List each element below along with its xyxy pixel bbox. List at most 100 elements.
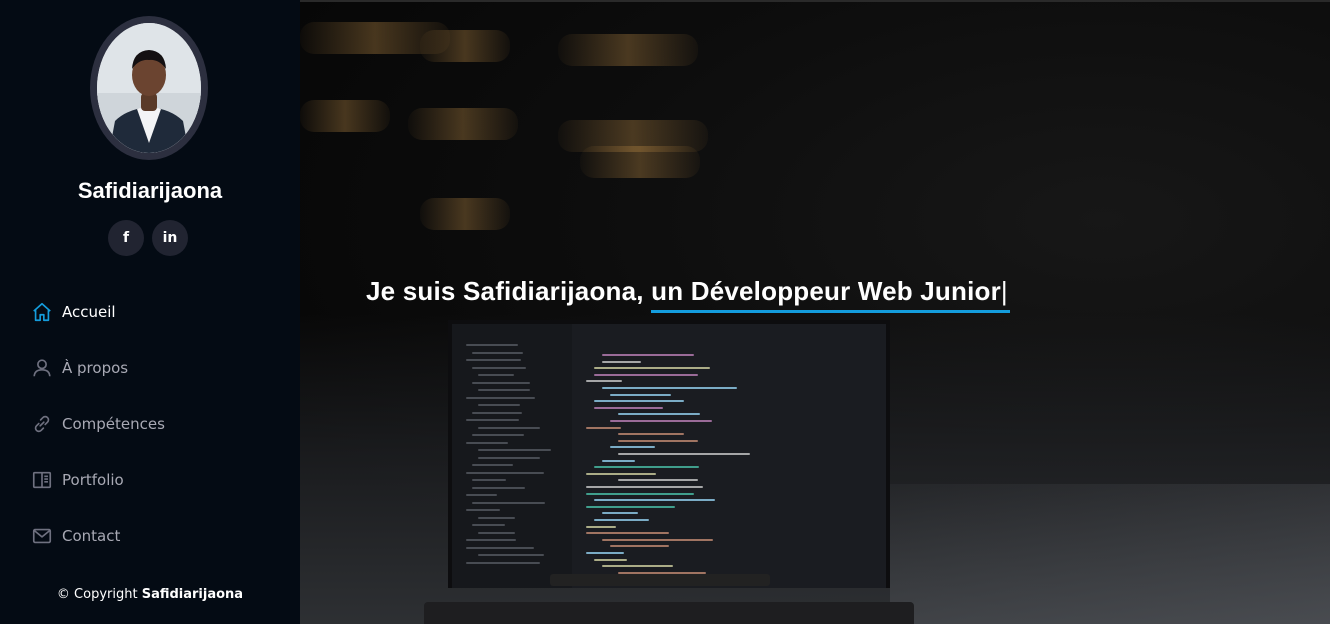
file-tree-line bbox=[472, 411, 523, 414]
code-line bbox=[594, 499, 716, 502]
code-line bbox=[610, 420, 712, 422]
file-tree-line bbox=[466, 561, 541, 564]
hero-headline: Je suis Safidiarijaona, un Développeur W… bbox=[366, 276, 1010, 313]
nav-item-competences[interactable]: Compétences bbox=[30, 396, 280, 452]
code-line bbox=[602, 565, 674, 568]
main-navigation: Accueil À propos Compétences Portfolio C… bbox=[30, 284, 280, 564]
typing-cursor: | bbox=[1000, 276, 1008, 306]
avatar-portrait bbox=[97, 23, 201, 153]
file-tree-line bbox=[472, 381, 530, 384]
code-line bbox=[586, 486, 704, 488]
file-tree-line bbox=[466, 494, 498, 496]
file-tree-line bbox=[466, 396, 535, 399]
file-tree-line bbox=[478, 449, 551, 451]
hero-typed-value: un Développeur Web Junior bbox=[651, 276, 1001, 306]
user-icon bbox=[30, 356, 54, 380]
file-tree-line bbox=[466, 359, 521, 361]
linkedin-icon: in bbox=[162, 230, 178, 246]
code-line bbox=[618, 439, 698, 442]
file-tree-line bbox=[472, 486, 526, 489]
code-line bbox=[602, 360, 641, 363]
code-line bbox=[594, 400, 685, 403]
code-line bbox=[586, 505, 676, 508]
nav-label: Contact bbox=[62, 527, 121, 545]
code-line bbox=[618, 413, 700, 416]
laptop-base bbox=[424, 602, 914, 624]
linkedin-link[interactable]: in bbox=[152, 220, 188, 256]
file-tree-line bbox=[478, 516, 516, 519]
code-line bbox=[594, 519, 650, 521]
file-tree-line bbox=[478, 456, 540, 459]
code-line bbox=[586, 426, 622, 429]
code-line bbox=[594, 558, 628, 561]
code-line bbox=[586, 492, 694, 495]
sidebar: Safidiarijaona f in Accueil À propos Com… bbox=[0, 0, 300, 624]
copyright-prefix: © Copyright bbox=[56, 587, 138, 602]
link-icon bbox=[30, 412, 54, 436]
code-line bbox=[610, 393, 671, 396]
code-line bbox=[602, 387, 738, 389]
nav-label: Compétences bbox=[62, 415, 165, 433]
file-tree-line bbox=[472, 501, 546, 504]
hero-section: Je suis Safidiarijaona, un Développeur W… bbox=[300, 0, 1330, 624]
file-tree-line bbox=[472, 479, 507, 481]
file-tree-line bbox=[472, 434, 524, 436]
laptop-dock bbox=[550, 574, 770, 586]
avatar-frame bbox=[90, 16, 208, 160]
nav-label: Portfolio bbox=[62, 471, 124, 489]
file-tree-line bbox=[478, 426, 541, 429]
code-line bbox=[602, 538, 714, 541]
facebook-icon: f bbox=[122, 230, 130, 246]
file-tree-line bbox=[472, 464, 513, 466]
book-icon bbox=[30, 468, 54, 492]
nav-item-accueil[interactable]: Accueil bbox=[30, 284, 280, 340]
code-line bbox=[602, 512, 638, 515]
code-line bbox=[586, 380, 622, 383]
laptop-screen-image bbox=[448, 320, 890, 588]
file-tree-line bbox=[478, 389, 531, 391]
file-tree-line bbox=[478, 404, 520, 406]
file-tree-line bbox=[466, 471, 544, 474]
code-line bbox=[594, 406, 663, 409]
facebook-link[interactable]: f bbox=[108, 220, 144, 256]
nav-item-a-propos[interactable]: À propos bbox=[30, 340, 280, 396]
code-line bbox=[586, 472, 656, 475]
code-line bbox=[602, 354, 694, 356]
file-tree-line bbox=[466, 546, 534, 549]
nav-item-contact[interactable]: Contact bbox=[30, 508, 280, 564]
nav-label: Accueil bbox=[62, 303, 116, 321]
file-tree-line bbox=[472, 366, 527, 369]
background-floor-light bbox=[890, 484, 1330, 624]
nav-item-portfolio[interactable]: Portfolio bbox=[30, 452, 280, 508]
code-line bbox=[594, 367, 710, 370]
copyright: © Copyright Safidiarijaona bbox=[0, 587, 300, 602]
code-line bbox=[610, 545, 670, 548]
hero-intro: Je suis Safidiarijaona, bbox=[366, 276, 652, 306]
file-tree-line bbox=[478, 554, 544, 556]
file-tree-line bbox=[472, 524, 506, 526]
code-line bbox=[602, 459, 635, 462]
code-line bbox=[618, 433, 684, 436]
social-links: f in bbox=[108, 220, 188, 256]
code-line bbox=[586, 552, 624, 554]
file-tree-line bbox=[466, 344, 519, 346]
code-line bbox=[586, 525, 617, 528]
home-icon bbox=[30, 300, 54, 324]
profile-name: Safidiarijaona bbox=[77, 178, 223, 203]
file-tree-line bbox=[478, 374, 515, 376]
nav-label: À propos bbox=[62, 359, 129, 377]
file-tree-line bbox=[472, 351, 523, 354]
code-line bbox=[594, 466, 700, 469]
hero-typed-text: un Développeur Web Junior| bbox=[651, 276, 1010, 313]
code-line bbox=[594, 373, 698, 376]
code-line bbox=[610, 446, 655, 449]
file-tree-line bbox=[478, 531, 515, 534]
code-line bbox=[618, 453, 750, 455]
envelope-icon bbox=[30, 524, 54, 548]
code-line bbox=[586, 532, 669, 535]
file-tree-line bbox=[466, 509, 501, 511]
file-tree-line bbox=[466, 441, 508, 444]
copyright-owner: Safidiarijaona bbox=[141, 587, 244, 602]
avatar bbox=[97, 23, 201, 153]
file-tree-line bbox=[466, 419, 519, 421]
